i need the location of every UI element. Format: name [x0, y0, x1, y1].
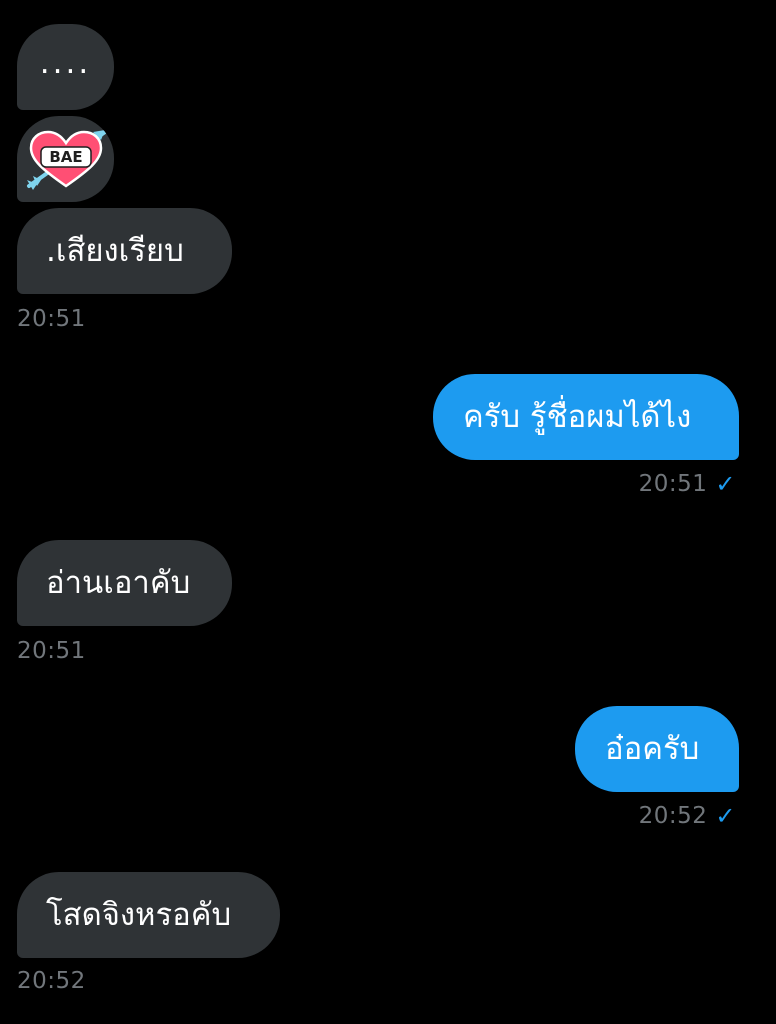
incoming-sticker-bubble[interactable]: BAE — [17, 116, 114, 202]
message-text: .... — [39, 44, 92, 81]
message-timestamp: 20:52 — [17, 968, 86, 994]
message-timestamp: 20:52 — [638, 803, 708, 829]
message-text: อ่านเอาคับ — [46, 564, 191, 601]
outgoing-message-bubble[interactable]: อ๋อครับ — [575, 706, 739, 792]
message-status: 20:51 ✓ — [639, 471, 736, 497]
incoming-message-bubble[interactable]: โสดจิงหรอคับ — [17, 872, 280, 958]
message-timestamp: 20:51 — [17, 306, 86, 332]
incoming-message-bubble[interactable]: .เสียงเรียบ — [17, 208, 232, 294]
message-text: โสดจิงหรอคับ — [46, 896, 232, 933]
incoming-message-bubble[interactable]: อ่านเอาคับ — [17, 540, 232, 626]
message-timestamp: 20:51 — [17, 638, 86, 664]
check-icon: ✓ — [715, 470, 736, 498]
check-icon: ✓ — [715, 802, 736, 830]
outgoing-message-bubble[interactable]: ครับ รู้ชื่อผมได้ไง — [433, 374, 739, 460]
message-text: .เสียงเรียบ — [46, 232, 184, 269]
incoming-message-bubble[interactable]: .... — [17, 24, 114, 110]
message-status: 20:52 ✓ — [639, 803, 736, 829]
message-text: ครับ รู้ชื่อผมได้ไง — [463, 398, 692, 435]
sticker-label: BAE — [49, 148, 82, 166]
message-text: อ๋อครับ — [605, 730, 700, 767]
heart-arrow-sticker: BAE — [26, 130, 107, 190]
message-timestamp: 20:51 — [638, 471, 708, 497]
